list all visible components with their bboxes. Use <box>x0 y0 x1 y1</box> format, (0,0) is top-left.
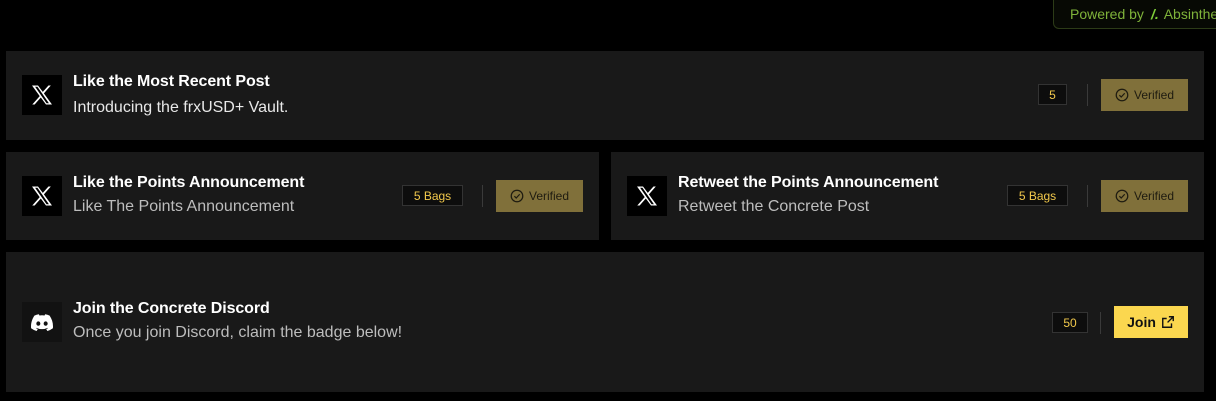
check-circle-icon <box>1115 189 1129 203</box>
divider <box>482 185 483 207</box>
reward-badge: 50 <box>1052 312 1088 333</box>
powered-by-brand: Absinthe <box>1163 6 1216 22</box>
x-logo-icon <box>22 176 62 216</box>
divider <box>1100 312 1101 334</box>
task-subtitle: Like The Points Announcement <box>73 198 295 215</box>
task-card-like-recent-post: Like the Most Recent Post Introducing th… <box>6 51 1204 140</box>
powered-by-label: Powered by <box>1070 6 1144 22</box>
divider <box>1087 185 1088 207</box>
task-title: Like the Most Recent Post <box>73 73 270 90</box>
check-circle-icon <box>510 189 524 203</box>
verified-label: Verified <box>1133 189 1175 203</box>
task-title: Like the Points Announcement <box>73 174 305 191</box>
verified-button[interactable]: Verified <box>496 180 583 212</box>
task-card-join-discord: Join the Concrete Discord Once you join … <box>6 252 1204 392</box>
x-logo-icon <box>627 176 667 216</box>
verified-label: Verified <box>1133 88 1175 102</box>
check-circle-icon <box>1115 88 1129 102</box>
task-card-retweet-points-announcement: Retweet the Points Announcement Retweet … <box>611 152 1204 240</box>
reward-badge: 5 Bags <box>1007 185 1068 206</box>
join-button[interactable]: Join <box>1114 306 1188 338</box>
x-logo-icon <box>22 75 62 115</box>
external-link-icon <box>1161 316 1174 328</box>
task-card-like-points-announcement: Like the Points Announcement Like The Po… <box>6 152 599 240</box>
divider <box>1087 84 1088 106</box>
powered-by-badge[interactable]: Powered by /. Absinthe <box>1053 0 1216 29</box>
task-subtitle: Once you join Discord, claim the badge b… <box>73 324 403 341</box>
verified-label: Verified <box>528 189 570 203</box>
discord-icon <box>22 302 62 342</box>
task-title: Join the Concrete Discord <box>73 300 270 317</box>
task-title: Retweet the Points Announcement <box>678 174 939 191</box>
task-subtitle: Introducing the frxUSD+ Vault. <box>73 99 289 116</box>
reward-badge: 5 Bags <box>402 185 463 206</box>
verified-button[interactable]: Verified <box>1101 79 1188 111</box>
reward-badge: 5 <box>1038 84 1067 105</box>
verified-button[interactable]: Verified <box>1101 180 1188 212</box>
join-label: Join <box>1127 314 1156 330</box>
absinthe-logo-icon: /. <box>1150 6 1159 22</box>
task-subtitle: Retweet the Concrete Post <box>678 198 870 215</box>
